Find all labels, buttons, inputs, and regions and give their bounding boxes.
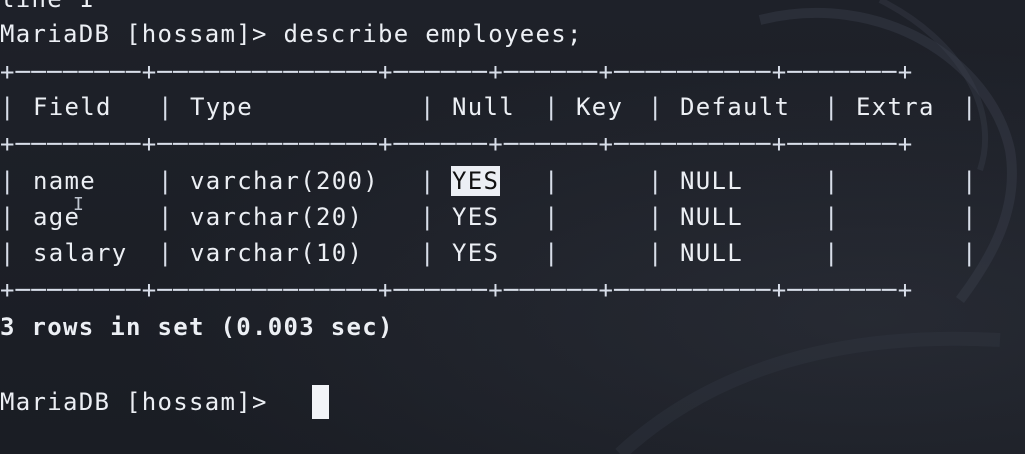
table-border-bottom: +────────+──────────────+──────+──────+─… — [0, 276, 914, 304]
previous-output-line: line 1 — [0, 0, 95, 14]
command-line: MariaDB [hossam]> describe employees; — [0, 19, 583, 49]
cell-null-selected[interactable]: YES — [451, 166, 501, 196]
prompt-text: MariaDB [hossam]> — [0, 20, 268, 48]
header-extra: Extra — [856, 93, 935, 121]
header-type: Type — [190, 93, 253, 121]
header-null: Null — [452, 93, 515, 121]
table-border-top: +────────+──────────────+──────+──────+─… — [0, 58, 914, 86]
text-cursor[interactable] — [312, 385, 329, 419]
cell-type: varchar(20) — [190, 203, 364, 231]
cell-default: NULL — [680, 203, 743, 231]
header-field: Field — [33, 93, 112, 121]
cell-null: YES — [452, 203, 500, 231]
cell-default: NULL — [680, 167, 743, 195]
cell-type: varchar(200) — [190, 167, 379, 195]
cell-default: NULL — [680, 239, 743, 267]
mouse-ibeam-icon: I — [73, 194, 84, 215]
command-text: describe employees; — [283, 20, 583, 48]
table-border-mid: +────────+──────────────+──────+──────+─… — [0, 130, 914, 158]
header-key: Key — [576, 93, 624, 121]
cell-field: salary — [33, 239, 128, 267]
terminal-window[interactable]: line 1 MariaDB [hossam]> describe employ… — [0, 0, 1025, 454]
final-prompt: MariaDB [hossam]> — [0, 388, 268, 416]
header-default: Default — [680, 93, 791, 121]
cell-null: YES — [452, 239, 500, 267]
result-summary: 3 rows in set (0.003 sec) — [0, 313, 394, 341]
cell-field: name — [33, 167, 96, 195]
cell-type: varchar(10) — [190, 239, 364, 267]
